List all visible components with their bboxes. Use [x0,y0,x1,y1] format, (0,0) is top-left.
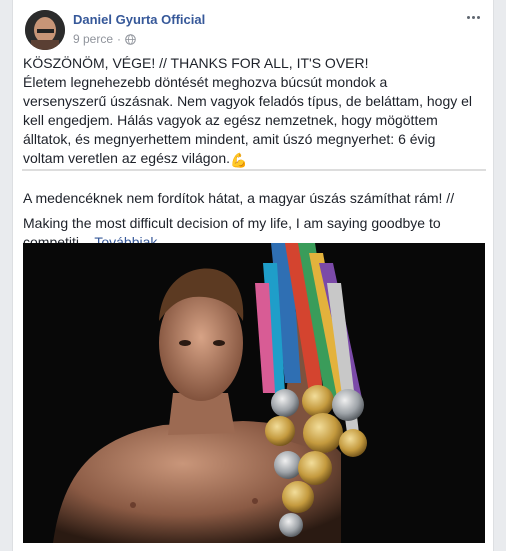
post-header: Daniel Gyurta Official 9 perce · [13,0,493,56]
text-line: versenyszerű úszásnak. Nem vagyok feladó… [23,93,473,109]
muscle-emoji-icon: 💪 [230,152,248,168]
post-text: KÖSZÖNÖM, VÉGE! // THANKS FOR ALL, IT'S … [23,54,485,252]
text-line: KÖSZÖNÖM, VÉGE! // THANKS FOR ALL, IT'S … [23,55,369,71]
meta-separator: · [117,32,122,46]
swimmer-with-medals-image [23,243,485,543]
timestamp[interactable]: 9 perce [73,32,113,46]
text-line: Making the most difficult decision of my… [23,215,441,231]
author-name[interactable]: Daniel Gyurta Official [73,12,205,27]
post-meta: 9 perce · [73,32,136,46]
text-line: kell engedjem. Hálás vagyok az egész nem… [23,112,438,128]
ellipsis-icon[interactable] [463,10,483,24]
post-photo[interactable] [23,243,485,543]
globe-icon[interactable] [125,33,136,45]
text-line: Életem legnehezebb döntését meghozva búc… [23,74,388,90]
post-card: Daniel Gyurta Official 9 perce · KÖSZÖNÖ… [12,0,494,551]
hungary-flag-icon [248,153,262,164]
text-line: voltam veretlen az egész világon. [23,150,230,166]
text-line: A medencéknek nem fordítok hátat, a magy… [23,190,455,206]
text-line: álltatok, és megnyerhettem mindent, amit… [23,131,436,147]
paragraph-1: KÖSZÖNÖM, VÉGE! // THANKS FOR ALL, IT'S … [23,54,485,170]
author-avatar[interactable] [25,10,65,50]
